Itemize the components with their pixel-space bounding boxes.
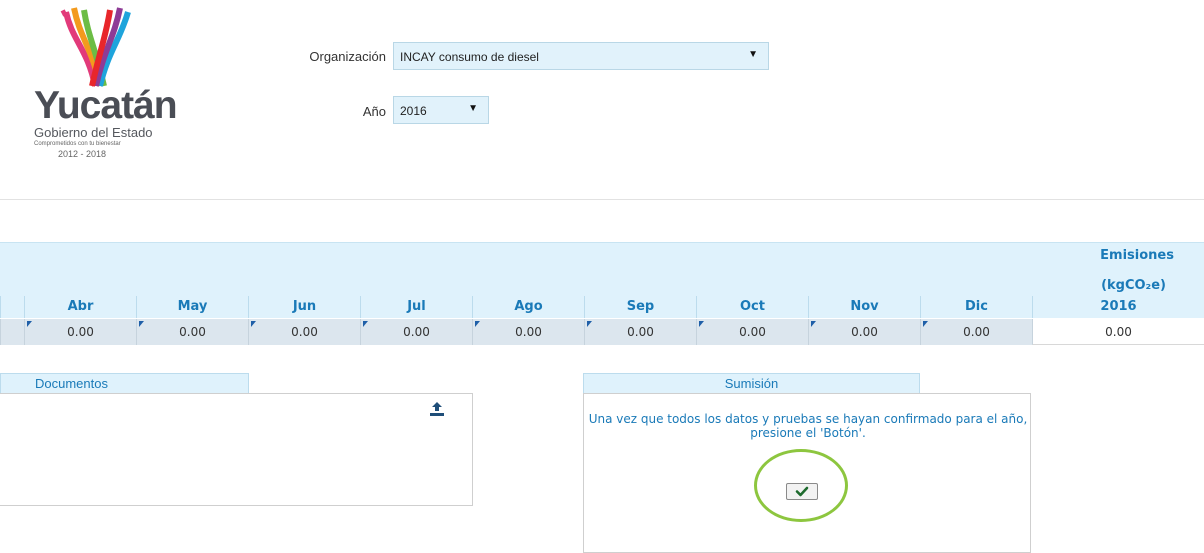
logo-subtitle: Gobierno del Estado — [34, 125, 153, 140]
month-header: Oct — [696, 296, 808, 318]
submission-message: Una vez que todos los datos y pruebas se… — [588, 412, 1028, 440]
value-cell-may[interactable]: 0.00 — [136, 319, 248, 345]
emissions-unit: (kgCO₂e) — [1101, 278, 1166, 293]
emissions-header: Emisiones — [1100, 248, 1174, 263]
month-header: Jul — [360, 296, 472, 318]
submission-tab[interactable]: Sumisión — [583, 373, 920, 394]
comment-flag-icon — [811, 321, 816, 327]
total-year-header: 2016 — [1032, 296, 1204, 318]
organization-select[interactable]: INCAY consumo de diesel ▼ — [393, 42, 769, 70]
value-cell-oct[interactable]: 0.00 — [696, 319, 808, 345]
total-value-cell: 0.00 — [1032, 319, 1204, 345]
dropdown-arrow-icon: ▼ — [468, 103, 478, 114]
month-header: Dic — [920, 296, 1032, 318]
confirm-submit-button[interactable] — [786, 483, 818, 500]
comment-flag-icon — [923, 321, 928, 327]
month-header: Jun — [248, 296, 360, 318]
logo-years: 2012 - 2018 — [58, 149, 107, 159]
value-cell-dic[interactable]: 0.00 — [920, 319, 1032, 345]
comment-flag-icon — [27, 321, 32, 327]
yucatan-logo: Yucatán Gobierno del Estado Comprometido… — [0, 0, 205, 175]
submission-panel: Una vez que todos los datos y pruebas se… — [583, 393, 1031, 553]
year-select[interactable]: 2016 ▼ — [393, 96, 489, 124]
comment-flag-icon — [699, 321, 704, 327]
value-cell-jul[interactable]: 0.00 — [360, 319, 472, 345]
value-cell-sep[interactable]: 0.00 — [584, 319, 696, 345]
comment-flag-icon — [475, 321, 480, 327]
value-cell-ago[interactable]: 0.00 — [472, 319, 584, 345]
comment-flag-icon — [587, 321, 592, 327]
table-cell — [0, 319, 24, 345]
year-select-value: 2016 — [400, 104, 427, 118]
table-header-band — [0, 242, 1204, 297]
comment-flag-icon — [139, 321, 144, 327]
organization-select-value: INCAY consumo de diesel — [400, 50, 539, 64]
dropdown-arrow-icon: ▼ — [748, 49, 758, 60]
value-cell-abr[interactable]: 0.00 — [24, 319, 136, 345]
documents-panel — [0, 393, 473, 506]
month-header: Ago — [472, 296, 584, 318]
month-header: May — [136, 296, 248, 318]
organization-label: Organización — [309, 49, 386, 64]
value-cell-nov[interactable]: 0.00 — [808, 319, 920, 345]
month-header: Abr — [24, 296, 136, 318]
upload-icon[interactable] — [429, 402, 445, 416]
logo-tagline: Comprometidos con tu bienestar — [34, 141, 121, 147]
comment-flag-icon — [363, 321, 368, 327]
logo-emblem-icon — [60, 7, 131, 87]
divider — [0, 199, 1204, 200]
documents-tab[interactable]: Documentos — [0, 373, 249, 394]
month-header: Sep — [584, 296, 696, 318]
year-label: Año — [362, 104, 386, 119]
table-header-cell — [0, 296, 24, 318]
comment-flag-icon — [251, 321, 256, 327]
logo-wordmark: Yucatán — [34, 84, 178, 127]
month-header: Nov — [808, 296, 920, 318]
value-cell-jun[interactable]: 0.00 — [248, 319, 360, 345]
check-icon — [795, 486, 809, 497]
